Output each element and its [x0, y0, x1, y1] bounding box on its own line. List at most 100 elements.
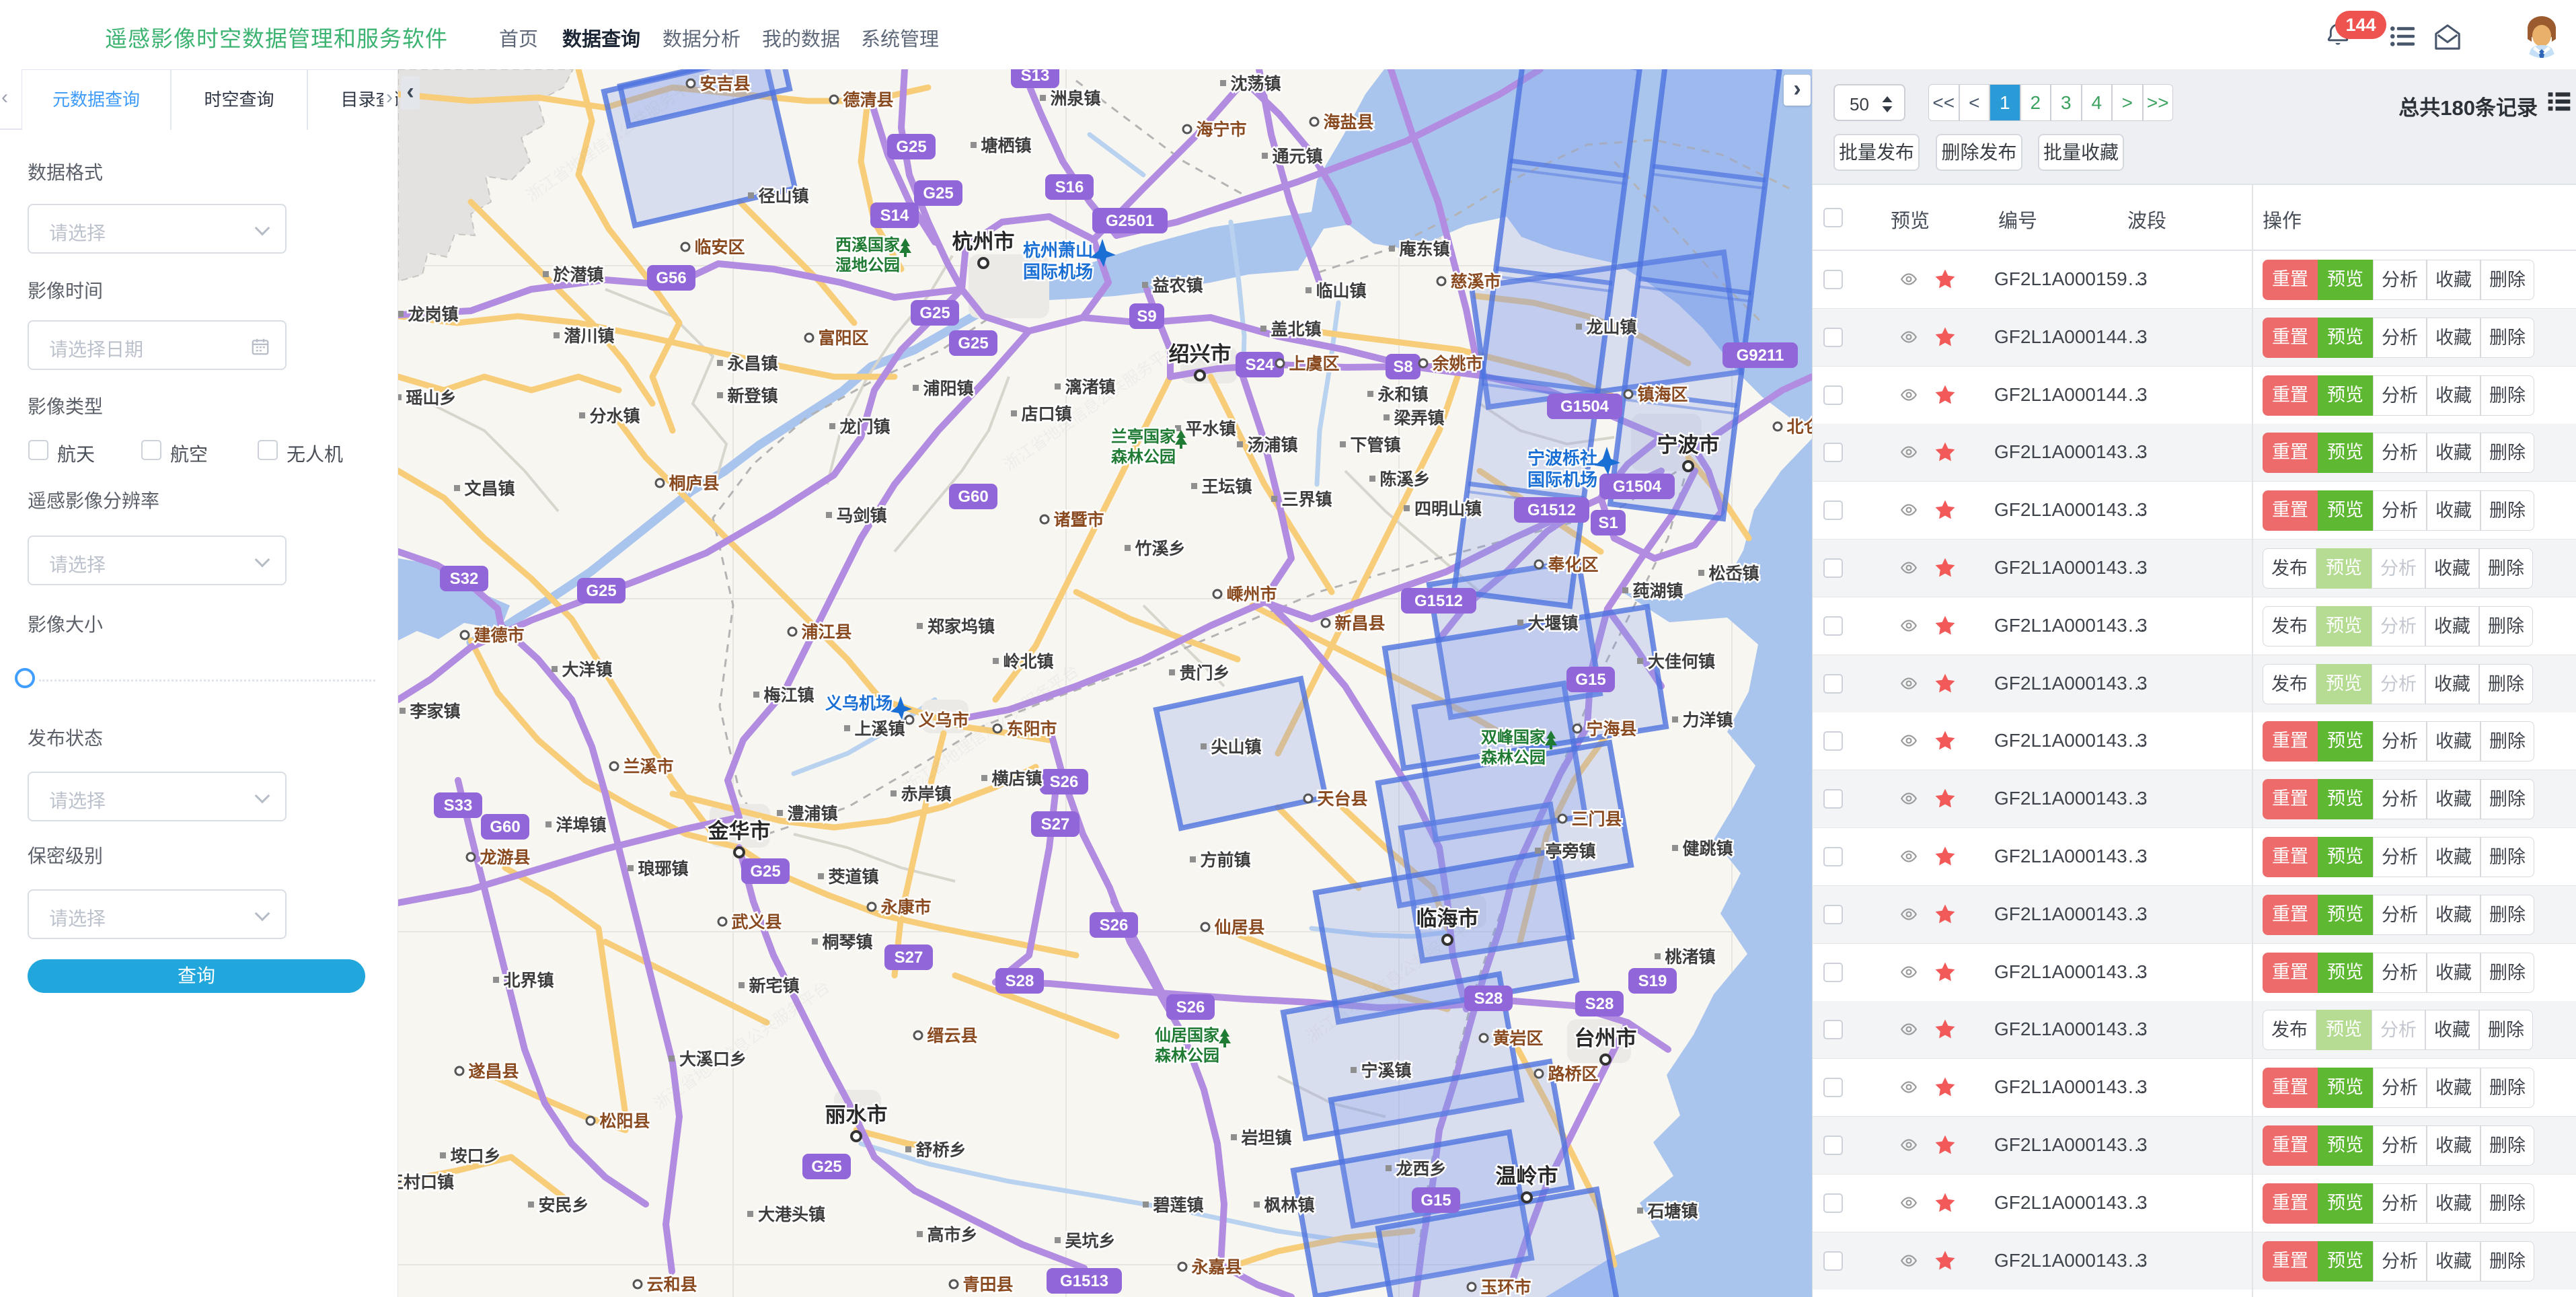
- svg-text:S28: S28: [1474, 990, 1503, 1008]
- svg-text:湿地公园: 湿地公园: [835, 256, 900, 274]
- svg-text:梅江镇: 梅江镇: [763, 685, 814, 705]
- svg-text:兰亭国家: 兰亭国家: [1111, 427, 1176, 446]
- svg-text:分水镇: 分水镇: [589, 407, 640, 426]
- svg-text:松阳县: 松阳县: [599, 1112, 650, 1131]
- svg-text:贵门乡: 贵门乡: [1179, 663, 1229, 683]
- svg-text:新宅镇: 新宅镇: [749, 976, 799, 996]
- svg-text:森林公园: 森林公园: [1481, 749, 1546, 767]
- svg-text:宁溪镇: 宁溪镇: [1361, 1061, 1411, 1080]
- svg-text:玉环市: 玉环市: [1480, 1277, 1531, 1297]
- svg-text:海盐县: 海盐县: [1323, 112, 1373, 132]
- svg-text:金华市: 金华市: [708, 819, 771, 843]
- svg-text:S1: S1: [1598, 514, 1618, 532]
- svg-text:竹溪乡: 竹溪乡: [1134, 540, 1185, 558]
- svg-text:力洋镇: 力洋镇: [1682, 710, 1733, 730]
- svg-text:垵口乡: 垵口乡: [450, 1146, 500, 1166]
- svg-text:枫林镇: 枫林镇: [1264, 1196, 1314, 1215]
- svg-text:国际机场: 国际机场: [1527, 470, 1597, 490]
- svg-text:桐琴镇: 桐琴镇: [822, 933, 872, 952]
- svg-text:G25: G25: [896, 138, 926, 156]
- svg-text:上虞区: 上虞区: [1289, 355, 1339, 373]
- svg-text:S16: S16: [1055, 178, 1084, 196]
- svg-text:S27: S27: [1041, 815, 1070, 833]
- svg-text:宁波市: 宁波市: [1657, 433, 1720, 457]
- svg-text:丽水市: 丽水市: [825, 1103, 888, 1127]
- svg-text:浦阳镇: 浦阳镇: [923, 379, 973, 398]
- svg-text:陈溪乡: 陈溪乡: [1379, 470, 1430, 489]
- svg-text:洋埠镇: 洋埠镇: [556, 815, 606, 835]
- svg-text:三门县: 三门县: [1571, 809, 1622, 829]
- svg-text:龙西乡: 龙西乡: [1396, 1160, 1446, 1179]
- svg-text:镇海区: 镇海区: [1637, 385, 1688, 404]
- svg-text:宁波栎社: 宁波栎社: [1527, 448, 1597, 468]
- svg-text:临山镇: 临山镇: [1316, 281, 1366, 301]
- svg-text:岭北镇: 岭北镇: [1003, 652, 1053, 671]
- svg-text:新登镇: 新登镇: [727, 386, 778, 406]
- svg-text:龙山镇: 龙山镇: [1586, 318, 1636, 337]
- svg-text:S19: S19: [1638, 972, 1667, 990]
- svg-text:云和县: 云和县: [646, 1275, 697, 1294]
- svg-text:永嘉县: 永嘉县: [1191, 1258, 1242, 1277]
- svg-text:新昌县: 新昌县: [1334, 614, 1385, 633]
- svg-text:径山镇: 径山镇: [758, 187, 808, 206]
- svg-text:碧莲镇: 碧莲镇: [1152, 1196, 1203, 1215]
- svg-text:吴坑乡: 吴坑乡: [1065, 1231, 1115, 1251]
- svg-text:桐庐县: 桐庐县: [669, 474, 719, 493]
- svg-text:西溪国家: 西溪国家: [835, 235, 900, 254]
- svg-text:嵊州市: 嵊州市: [1226, 585, 1277, 604]
- svg-text:德清县: 德清县: [843, 90, 893, 110]
- svg-text:天台县: 天台县: [1317, 789, 1367, 809]
- svg-text:G1504: G1504: [1560, 398, 1609, 416]
- svg-text:东阳市: 东阳市: [1006, 719, 1057, 739]
- svg-text:G1512: G1512: [1414, 592, 1463, 610]
- svg-text:温岭市: 温岭市: [1496, 1164, 1558, 1188]
- svg-text:李家镇: 李家镇: [410, 702, 460, 721]
- svg-text:大洋镇: 大洋镇: [562, 660, 612, 679]
- svg-text:浦江县: 浦江县: [801, 622, 851, 642]
- svg-text:森林公园: 森林公园: [1111, 448, 1176, 466]
- svg-text:大佳何镇: 大佳何镇: [1648, 653, 1715, 671]
- svg-text:上溪镇: 上溪镇: [854, 720, 905, 739]
- svg-text:临海市: 临海市: [1416, 907, 1479, 930]
- svg-text:梁弄镇: 梁弄镇: [1393, 408, 1444, 428]
- svg-text:G1512: G1512: [1527, 501, 1576, 519]
- svg-text:杭州市: 杭州市: [952, 230, 1015, 254]
- svg-text:仙居国家: 仙居国家: [1155, 1026, 1219, 1045]
- svg-text:益农镇: 益农镇: [1152, 276, 1203, 295]
- svg-text:仙居县: 仙居县: [1214, 918, 1264, 937]
- svg-text:平水镇: 平水镇: [1185, 420, 1236, 439]
- svg-text:塘栖镇: 塘栖镇: [981, 136, 1031, 155]
- svg-text:龙门镇: 龙门镇: [839, 417, 890, 437]
- svg-text:舒桥乡: 舒桥乡: [915, 1140, 966, 1160]
- svg-text:龙游县: 龙游县: [480, 848, 530, 867]
- svg-text:赤岸镇: 赤岸镇: [901, 785, 951, 804]
- svg-text:台州市: 台州市: [1575, 1027, 1637, 1050]
- svg-text:G25: G25: [923, 184, 953, 202]
- svg-text:G1513: G1513: [1060, 1272, 1108, 1290]
- svg-text:汤浦镇: 汤浦镇: [1247, 435, 1297, 455]
- svg-text:高市乡: 高市乡: [927, 1225, 977, 1245]
- svg-text:S26: S26: [1176, 998, 1205, 1016]
- svg-text:缙云县: 缙云县: [927, 1027, 977, 1045]
- svg-text:松岙镇: 松岙镇: [1708, 564, 1759, 583]
- svg-text:G15: G15: [1575, 671, 1605, 689]
- svg-text:亭旁镇: 亭旁镇: [1545, 842, 1595, 861]
- svg-text:大溪口乡: 大溪口乡: [679, 1050, 747, 1069]
- svg-text:桃渚镇: 桃渚镇: [1665, 948, 1715, 967]
- svg-text:S13: S13: [1021, 69, 1050, 85]
- svg-text:国际机场: 国际机场: [1023, 262, 1093, 282]
- svg-text:黄岩区: 黄岩区: [1492, 1029, 1543, 1048]
- svg-text:武义县: 武义县: [731, 913, 782, 932]
- svg-text:青田县: 青田县: [962, 1275, 1013, 1294]
- svg-text:横店镇: 横店镇: [991, 770, 1042, 788]
- svg-text:龙岗镇: 龙岗镇: [408, 305, 458, 324]
- svg-text:路桥区: 路桥区: [1548, 1065, 1598, 1084]
- svg-text:北界镇: 北界镇: [503, 971, 554, 990]
- svg-text:永昌镇: 永昌镇: [727, 355, 778, 373]
- svg-text:瑶山乡: 瑶山乡: [406, 389, 456, 408]
- svg-text:遂昌县: 遂昌县: [468, 1062, 519, 1081]
- svg-text:诸暨市: 诸暨市: [1053, 510, 1104, 529]
- svg-text:健跳镇: 健跳镇: [1682, 839, 1733, 858]
- svg-text:大港头镇: 大港头镇: [758, 1205, 825, 1224]
- svg-text:富阳区: 富阳区: [818, 328, 868, 348]
